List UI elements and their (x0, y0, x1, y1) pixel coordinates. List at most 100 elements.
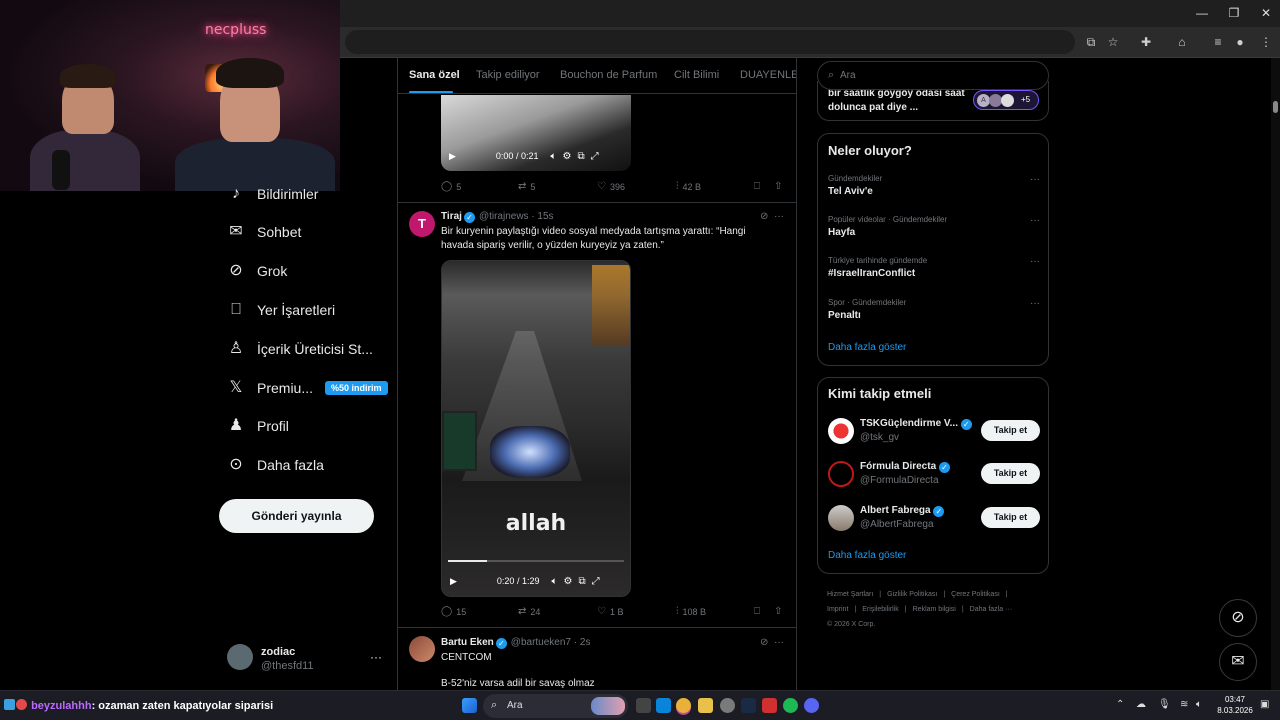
account-more-icon[interactable]: ··· (370, 650, 382, 664)
spotify-icon[interactable] (783, 698, 798, 713)
repost-button[interactable]: ⇄ 5 (518, 181, 535, 192)
trend-item[interactable]: Gündemdekiler Tel Aviv'e ··· (828, 174, 1040, 197)
tweet-video[interactable]: ▶ 0:00 / 0:21 🔈︎ ⚙ ⧉ ⤢ (441, 95, 631, 171)
settings-icon[interactable]: ⚙ (562, 151, 571, 162)
share-button[interactable]: ⇧ (774, 181, 786, 192)
nav-premium[interactable]: 𝕏 Premiu... %50 indirim (227, 374, 388, 402)
share-button[interactable]: ⇧ (774, 606, 786, 617)
bookmark-button[interactable]: ⎕ (754, 181, 764, 192)
grok-fab[interactable]: ⊘ (1219, 599, 1257, 637)
fullscreen-icon[interactable]: ⤢ (592, 576, 600, 587)
nav-more[interactable]: ⊙ Daha fazla (227, 451, 324, 479)
address-bar[interactable] (345, 30, 1075, 54)
wifi-icon[interactable]: ≋ (1180, 699, 1188, 710)
author-name[interactable]: Tiraj (441, 211, 462, 222)
views-button[interactable]: ⫶ 108 B (676, 606, 706, 617)
volume-icon[interactable]: 🔈︎ (550, 151, 556, 162)
taskbar-clock[interactable]: 03:47 8.03.2026 (1210, 694, 1260, 716)
star-icon[interactable]: ☆ (1105, 34, 1121, 50)
tab-cilt-bilimi[interactable]: Cilt Bilimi (674, 69, 719, 81)
nav-bookmarks[interactable]: ⎕ Yer İşaretleri (227, 296, 335, 324)
chrome-icon[interactable] (676, 698, 691, 713)
edge-icon[interactable] (656, 698, 671, 713)
views-button[interactable]: ⫶ 42 B (676, 181, 701, 192)
more-icon[interactable]: ··· (1030, 256, 1040, 267)
grok-icon[interactable]: ⊘ (760, 211, 768, 222)
author-name[interactable]: Bartu Eken (441, 637, 494, 648)
trend-item[interactable]: Popüler videolar · Gündemdekiler Hayfa ·… (828, 215, 1040, 238)
volume-icon[interactable]: 🔈︎ (551, 576, 557, 587)
follow-suggestion[interactable]: TSKGüçlendirme V... ✓ @tsk_gv Takip et (828, 416, 1040, 446)
avatar[interactable]: T (409, 211, 435, 237)
notification-icon[interactable]: ▣ (1260, 699, 1269, 710)
tweet-video[interactable]: allah ▶ 0:20 / 1:29 🔈︎ ⚙ ⧉ ⤢ (441, 260, 631, 597)
author-handle[interactable]: @bartueken7 (511, 637, 571, 648)
tray-app-icon[interactable]: ☁ (1136, 699, 1146, 710)
follow-button[interactable]: Takip et (981, 507, 1040, 528)
tray-chevron-icon[interactable]: ⌃ (1116, 699, 1124, 710)
tweet-time[interactable]: · 2s (574, 637, 591, 648)
search-input[interactable]: ⌕ Ara (817, 61, 1049, 90)
discord-icon[interactable] (804, 698, 819, 713)
close-icon[interactable]: ✕ (1256, 6, 1276, 20)
nav-notifications[interactable]: ♪ Bildirimler (227, 180, 318, 208)
play-icon[interactable]: ▶ (450, 576, 457, 587)
tweet-time[interactable]: · 15s (531, 211, 553, 222)
maximize-icon[interactable]: ❐ (1224, 6, 1244, 20)
extension-icon[interactable]: ⌂ (1174, 34, 1190, 50)
volume-icon[interactable]: 🔈︎ (1196, 699, 1202, 710)
file-explorer-icon[interactable] (698, 698, 713, 713)
bookmark-button[interactable]: ⎕ (754, 606, 764, 617)
play-icon[interactable]: ▶ (449, 151, 456, 162)
tab-for-you[interactable]: Sana özel (409, 69, 460, 81)
more-icon[interactable]: ··· (1030, 215, 1040, 226)
nav-profile[interactable]: ♟ Profil (227, 412, 289, 440)
nav-grok[interactable]: ⊘ Grok (227, 257, 287, 285)
trend-item[interactable]: Türkiye tarihinde gündemde #IsraelIranCo… (828, 256, 1040, 279)
screenshot-icon[interactable]: ⧉ (1083, 34, 1099, 50)
follow-suggestion[interactable]: Albert Fabrega ✓ @AlbertFabrega Takip et (828, 503, 1040, 533)
microphone-icon[interactable]: 🎙︎ (1158, 699, 1171, 710)
follow-button[interactable]: Takip et (981, 463, 1040, 484)
reply-button[interactable]: ◯ 5 (441, 181, 461, 192)
task-view-icon[interactable] (636, 698, 651, 713)
pip-icon[interactable]: ⧉ (578, 576, 585, 587)
tab-duayenler[interactable]: DUAYENLER (740, 69, 796, 81)
follow-show-more[interactable]: Daha fazla göster (828, 550, 906, 561)
author-handle[interactable]: @tirajnews (479, 211, 529, 222)
messages-fab[interactable]: ✉ (1219, 643, 1257, 681)
like-button[interactable]: ♡ 396 (597, 181, 625, 192)
follow-button[interactable]: Takip et (981, 420, 1040, 441)
avatar[interactable] (409, 636, 435, 662)
video-progress-bar[interactable] (448, 560, 624, 562)
settings-icon[interactable]: ⚙ (563, 576, 572, 587)
tab-following[interactable]: Takip ediliyor (476, 69, 540, 81)
more-icon[interactable]: ··· (1030, 174, 1040, 185)
fullscreen-icon[interactable]: ⤢ (591, 151, 599, 162)
nav-chat[interactable]: ✉ Sohbet (227, 218, 301, 246)
nav-creator-studio[interactable]: ♙ İçerik Üreticisi St... (227, 335, 373, 363)
recorder-icon[interactable] (762, 698, 777, 713)
windows-start-icon[interactable] (462, 698, 477, 713)
scrollbar-thumb[interactable] (1273, 101, 1278, 113)
trend-item[interactable]: Spor · Gündemdekiler Penaltı ··· (828, 298, 1040, 321)
minimize-icon[interactable]: — (1192, 6, 1212, 20)
grok-icon[interactable]: ⊘ (760, 637, 768, 648)
profile-icon[interactable]: ● (1232, 34, 1248, 50)
menu-icon[interactable]: ⋮ (1258, 34, 1274, 50)
media-icon[interactable]: ≡ (1210, 34, 1226, 50)
steam-icon[interactable] (741, 698, 756, 713)
account-switcher[interactable]: zodiac @thesfd11 ··· (227, 644, 387, 684)
post-button[interactable]: Gönderi yayınla (219, 499, 374, 533)
taskbar-search[interactable]: ⌕ Ara (483, 694, 628, 718)
scrollbar[interactable] (1271, 58, 1280, 690)
follow-suggestion[interactable]: Fórmula Directa ✓ @FormulaDirecta Takip … (828, 459, 1040, 489)
more-icon[interactable]: ··· (774, 637, 784, 648)
extensions-icon[interactable]: ✚ (1138, 34, 1154, 50)
pip-icon[interactable]: ⧉ (577, 151, 584, 162)
more-icon[interactable]: ··· (1030, 298, 1040, 309)
repost-button[interactable]: ⇄ 24 (518, 606, 540, 617)
tab-bouchon-de-parfum[interactable]: Bouchon de Parfum (560, 69, 657, 81)
more-icon[interactable]: ··· (774, 211, 784, 222)
like-button[interactable]: ♡ 1 B (597, 606, 623, 617)
